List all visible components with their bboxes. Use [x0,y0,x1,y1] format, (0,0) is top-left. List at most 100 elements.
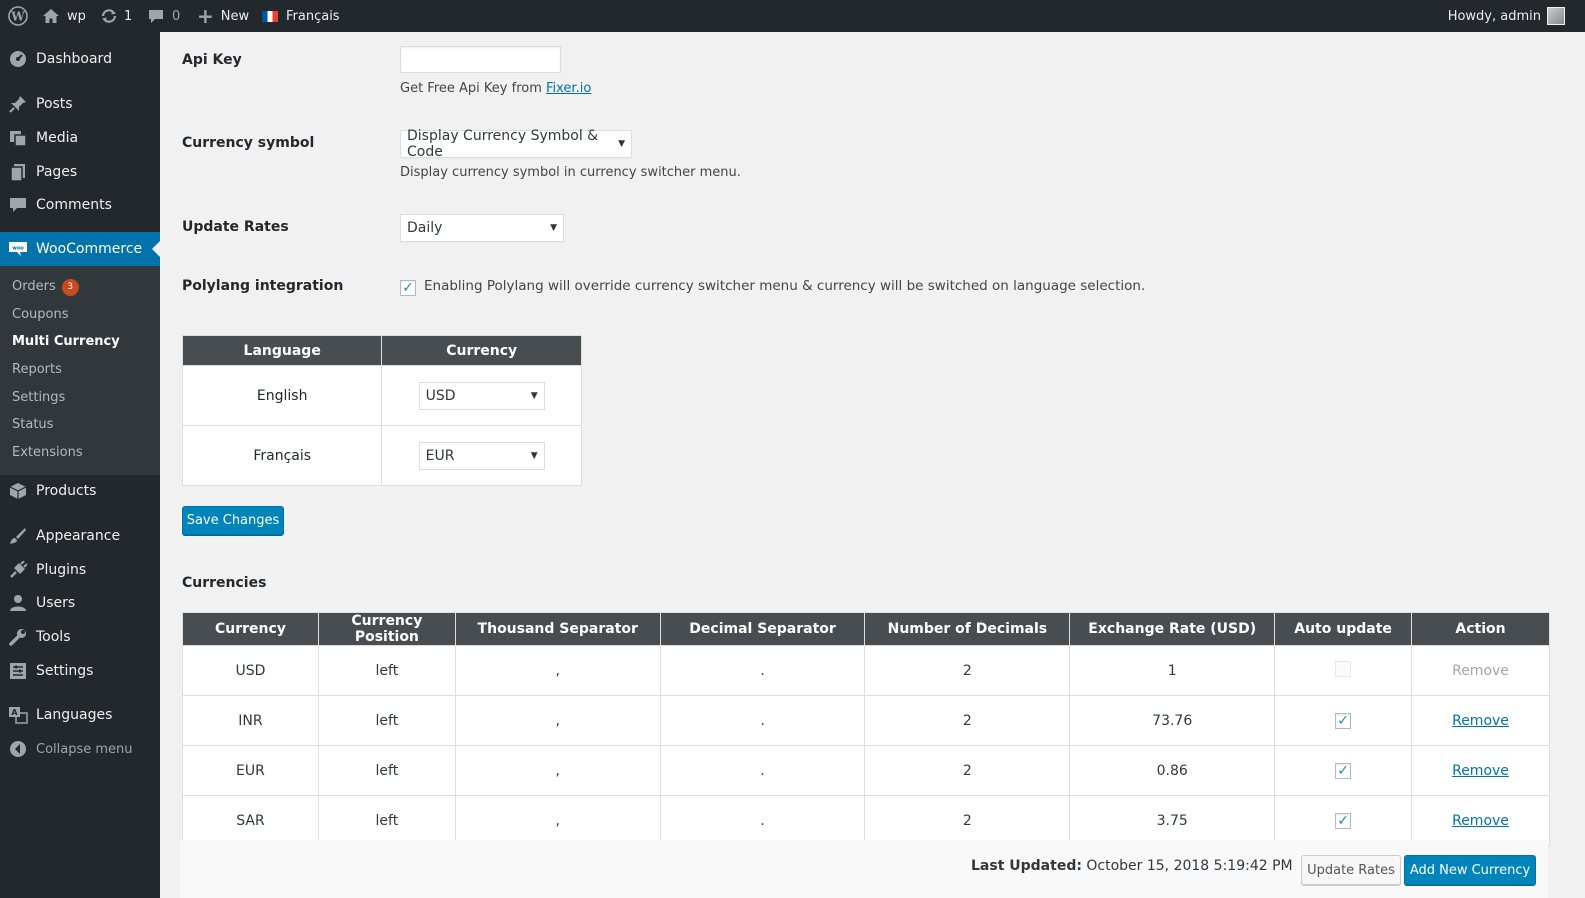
site-name-link[interactable]: wp [42,0,86,32]
home-icon [42,8,60,24]
selected-value: EUR [425,447,455,464]
menu-label: Media [36,130,79,146]
column-header: Currency [182,612,319,646]
auto-update-checkbox[interactable]: ✓ [1335,762,1352,779]
submenu-label: Orders [12,279,56,294]
action-cell: Remove [1411,745,1550,796]
last-updated: Last Updated: October 15, 2018 5:19:42 P… [971,858,1293,874]
submenu-label: Coupons [12,307,69,322]
exchange-rate-cell: 1 [1069,645,1276,696]
submenu-coupons[interactable]: Coupons [12,304,69,326]
submenu-label: Extensions [12,445,83,460]
new-label: New [220,8,250,24]
action-cell: Remove [1411,645,1550,696]
remove-link[interactable]: Remove [1452,663,1509,679]
collapse-menu-button[interactable]: Collapse menu [0,732,160,766]
column-header: Number of Decimals [864,612,1071,646]
menu-label: Settings [36,663,94,679]
table-row: Français EUR ▼ [181,425,582,486]
updates-link[interactable]: 1 [100,0,132,32]
api-key-input[interactable] [400,46,561,73]
comments-link[interactable]: 0 [148,0,180,32]
thousand-separator-cell: , [454,645,661,696]
menu-tools[interactable]: Tools [0,620,160,654]
thousand-separator-cell: , [454,695,661,746]
polylang-label: Polylang integration [182,278,344,294]
currency-code-cell: EUR [182,745,319,796]
collapse-arrow-icon [0,740,36,758]
avatar [1547,7,1565,25]
submenu-extensions[interactable]: Extensions [12,442,83,464]
comments-count: 0 [172,8,181,24]
translate-icon: A [0,706,36,724]
add-new-currency-button[interactable]: Add New Currency [1404,855,1536,885]
language-cell: English [181,365,383,426]
active-indicator [152,241,160,257]
api-key-desc-text: Get Free Api Key from [400,81,546,96]
menu-plugins[interactable]: Plugins [0,553,160,587]
submenu-status[interactable]: Status [12,414,53,436]
menu-posts[interactable]: Posts [0,87,160,121]
decimals-cell: 2 [864,795,1071,846]
auto-update-checkbox[interactable]: ✓ [1335,812,1352,829]
menu-appearance[interactable]: Appearance [0,519,160,553]
exchange-rate-cell: 3.75 [1069,795,1276,846]
update-rates-button[interactable]: Update Rates [1301,855,1401,885]
my-account-link[interactable]: Howdy, admin [1448,0,1565,32]
currency-symbol-select[interactable]: Display Currency Symbol & Code ▼ [400,128,632,160]
polylang-checkbox[interactable]: ✓ [400,280,416,296]
position-cell: left [317,645,456,696]
menu-settings[interactable]: Settings [0,654,160,688]
fixer-io-link[interactable]: Fixer.io [546,81,591,96]
auto-update-cell: ✓ [1274,695,1413,746]
column-header: Exchange Rate (USD) [1069,612,1276,646]
auto-update-cell: ✓ [1274,795,1413,846]
language-currency-select[interactable]: USD ▼ [418,381,545,410]
menu-label: Posts [36,96,73,112]
table-row: EUR left , . 2 0.86 ✓ Remove [182,745,1550,796]
menu-label: Comments [36,197,112,213]
submenu-multi-currency[interactable]: Multi Currency [12,331,120,353]
menu-pages[interactable]: Pages [0,155,160,189]
submenu-label: Reports [12,362,62,377]
polylang-description: Enabling Polylang will override currency… [424,278,1146,294]
comment-bubble-icon [148,8,164,24]
menu-comments[interactable]: Comments [0,188,160,222]
wordpress-logo-icon[interactable]: W [8,0,28,32]
svg-text:W: W [10,10,25,24]
comment-icon [0,196,36,214]
menu-dashboard[interactable]: Dashboard [0,42,160,76]
save-changes-button[interactable]: Save Changes [182,506,284,535]
admin-sidebar: Dashboard Posts Media Pages Comments woo… [0,32,160,898]
column-header: Thousand Separator [454,612,661,646]
language-currency-select[interactable]: EUR ▼ [418,441,545,470]
currencies-footer: Last Updated: October 15, 2018 5:19:42 P… [180,840,1548,898]
menu-woocommerce[interactable]: woo WooCommerce [0,232,160,266]
menu-users[interactable]: Users [0,586,160,620]
remove-link[interactable]: Remove [1452,813,1509,829]
selected-value: USD [425,387,456,404]
remove-link[interactable]: Remove [1452,713,1509,729]
language-switcher[interactable]: Français [262,0,340,32]
menu-label: Languages [36,707,113,723]
submenu-orders[interactable]: Orders 3 [12,276,79,298]
auto-update-checkbox[interactable]: ✓ [1335,712,1352,729]
table-row: USD left , . 2 1 Remove [182,645,1550,696]
auto-update-cell [1274,645,1413,696]
thousand-separator-cell: , [454,795,661,846]
menu-languages[interactable]: A Languages [0,698,160,732]
collapse-label: Collapse menu [36,741,133,757]
auto-update-checkbox[interactable] [1335,660,1352,677]
submenu-label: Multi Currency [12,334,120,349]
submenu-reports[interactable]: Reports [12,359,62,381]
france-flag-icon [262,10,278,22]
selected-value: Daily [407,220,443,236]
submenu-settings[interactable]: Settings [12,387,65,409]
new-content-link[interactable]: + New [197,0,249,32]
decimals-cell: 2 [864,645,1071,696]
position-cell: left [317,695,456,746]
update-rates-select[interactable]: Daily ▼ [400,214,564,242]
menu-products[interactable]: Products [0,474,160,508]
remove-link[interactable]: Remove [1452,763,1509,779]
menu-media[interactable]: Media [0,121,160,155]
